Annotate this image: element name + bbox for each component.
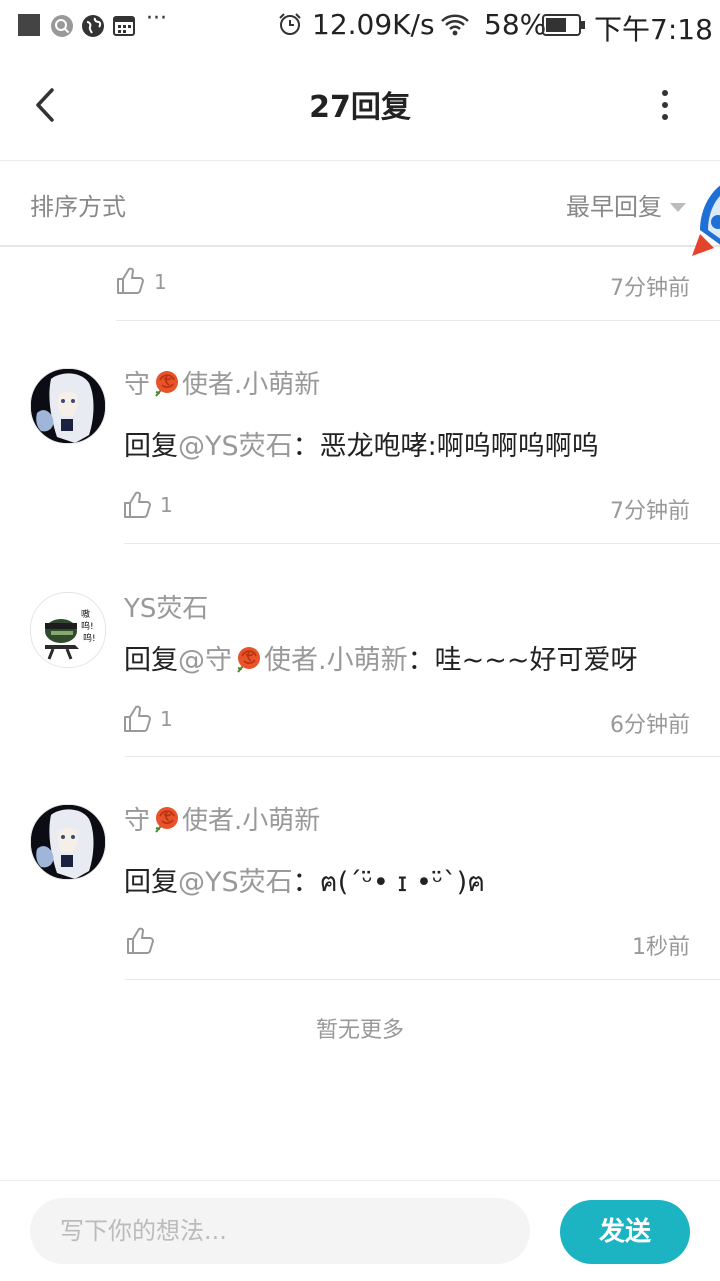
username-text: 使者.小萌新 xyxy=(182,806,321,836)
status-bar: ··· 12.09K/s 58% 下午7:18 xyxy=(0,0,720,52)
divider xyxy=(124,543,720,544)
top-navigation-bar: 27回复 xyxy=(0,52,720,161)
no-more-text: 暂无更多 xyxy=(315,1018,404,1043)
like-count: 1 xyxy=(160,707,173,731)
mention-link[interactable]: @YS荧石 xyxy=(178,431,293,462)
like-count: 1 xyxy=(160,493,173,517)
reply-content: 回复@YS荧石：恶龙咆哮:啊呜啊呜啊呜 xyxy=(124,424,599,463)
like-thumb-icon[interactable] xyxy=(122,704,152,734)
sort-bar: 排序方式 最早回复 xyxy=(0,161,720,247)
like-count: 1 xyxy=(154,270,167,294)
like-thumb-icon[interactable] xyxy=(125,926,155,956)
reply-text: 恶龙咆哮:啊呜啊呜啊呜 xyxy=(319,431,599,462)
rose-icon xyxy=(151,804,181,834)
send-button[interactable]: 发送 xyxy=(560,1200,690,1264)
wifi-icon xyxy=(441,14,469,36)
reply-username[interactable]: 守 使者.小萌新 xyxy=(124,800,320,837)
like-thumb-icon[interactable] xyxy=(122,490,152,520)
calendar-icon xyxy=(113,16,135,36)
svg-text:嗷: 嗷 xyxy=(81,608,90,620)
reply-text: ฅ(ˊᵕ̈• ɪ •ᵕ̈ˋ)ฅ xyxy=(319,867,486,898)
divider xyxy=(116,320,720,321)
comment-input[interactable] xyxy=(30,1198,530,1264)
svg-text:呜!: 呜! xyxy=(81,620,94,632)
caret-down-icon[interactable] xyxy=(670,203,686,212)
reply-text: 哇~~~好可爱呀 xyxy=(434,645,638,676)
like-thumb-icon[interactable] xyxy=(115,266,145,296)
mention-link[interactable]: @守 使者.小萌新 xyxy=(178,645,408,676)
reply-username[interactable]: 守 使者.小萌新 xyxy=(124,364,320,401)
app-square-icon xyxy=(18,14,40,36)
more-vertical-icon[interactable] xyxy=(650,82,680,128)
sort-label: 排序方式 xyxy=(30,193,126,221)
globe-icon xyxy=(82,15,104,37)
mention-text: @守 xyxy=(178,645,232,676)
network-speed: 12.09K/s xyxy=(312,8,435,41)
username-text: 守 xyxy=(124,806,151,836)
rose-icon xyxy=(233,644,263,674)
search-icon xyxy=(51,15,73,37)
avatar[interactable] xyxy=(30,804,106,880)
avatar[interactable] xyxy=(30,368,106,444)
more-notifications-icon: ··· xyxy=(146,6,167,31)
rose-icon xyxy=(151,368,181,398)
clock: 下午7:18 xyxy=(594,13,713,46)
sort-dropdown[interactable]: 最早回复 xyxy=(566,187,662,222)
reply-time: 7分钟前 xyxy=(610,276,690,301)
alarm-icon xyxy=(279,13,301,35)
reply-prefix: 回复 xyxy=(124,867,178,898)
mention-link[interactable]: @YS荧石 xyxy=(178,867,293,898)
reply-colon: ： xyxy=(292,867,320,898)
username-text: 使者.小萌新 xyxy=(182,370,321,400)
battery-percent: 58% xyxy=(484,8,547,41)
svg-text:呜!: 呜! xyxy=(83,632,96,644)
reply-prefix: 回复 xyxy=(124,431,178,462)
battery-icon xyxy=(542,14,585,36)
username-text: 守 xyxy=(124,370,151,400)
reply-content: 回复@守 使者.小萌新：哇~~~好可爱呀 xyxy=(124,638,637,677)
reply-colon: ： xyxy=(407,645,435,676)
rocket-floating-icon[interactable] xyxy=(692,184,720,274)
reply-prefix: 回复 xyxy=(124,645,178,676)
reply-time: 6分钟前 xyxy=(610,713,690,738)
reply-time: 1秒前 xyxy=(632,935,690,960)
divider xyxy=(124,756,720,757)
reply-colon: ： xyxy=(292,431,320,462)
reply-content: 回复@YS荧石：ฅ(ˊᵕ̈• ɪ •ᵕ̈ˋ)ฅ xyxy=(124,860,485,903)
reply-time: 7分钟前 xyxy=(610,499,690,524)
mention-text: 使者.小萌新 xyxy=(264,645,408,676)
page-title: 27回复 xyxy=(309,90,411,125)
comment-composer: 发送 xyxy=(0,1180,720,1281)
divider xyxy=(124,979,720,980)
avatar[interactable]: 嗷 呜! 呜! xyxy=(30,592,106,668)
reply-username[interactable]: YS荧石 xyxy=(124,588,208,625)
